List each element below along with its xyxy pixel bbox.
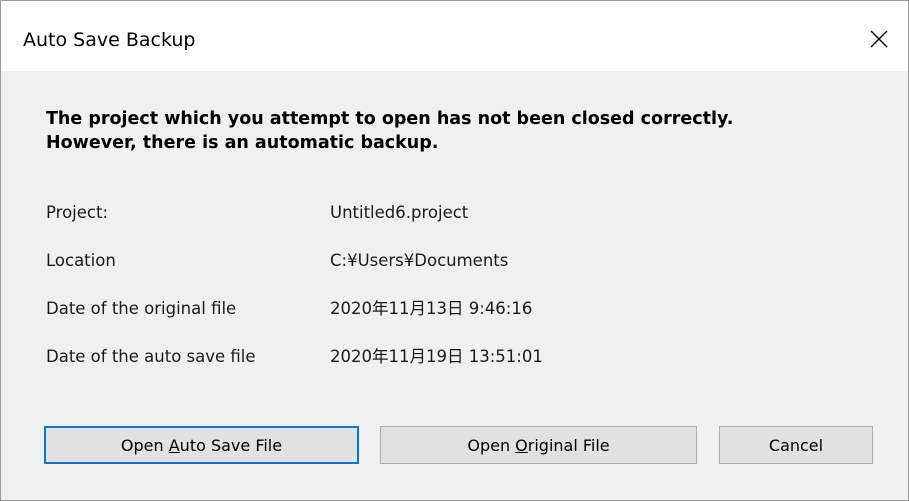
open-auto-save-file-button[interactable]: Open Auto Save File — [44, 426, 359, 464]
title-bar[interactable]: Auto Save Backup — [1, 7, 908, 71]
window-title: Auto Save Backup — [23, 29, 196, 51]
project-label: Project: — [46, 203, 109, 222]
dialog-content: The project which you attempt to open ha… — [1, 71, 908, 500]
open-auto-save-mnemonic: A — [168, 435, 180, 455]
warning-message-line-2: However, there is an automatic backup. — [46, 133, 439, 153]
open-original-label-pre: Open — [467, 435, 516, 455]
open-auto-save-label-pre: Open — [120, 435, 169, 455]
open-original-mnemonic: O — [515, 435, 528, 455]
warning-message: The project which you attempt to open ha… — [46, 107, 866, 155]
open-original-file-button[interactable]: Open Original File — [380, 426, 697, 464]
open-original-label-post: riginal File — [527, 435, 610, 455]
open-auto-save-label-post: uto Save File — [179, 435, 283, 455]
location-value: C:¥Users¥Documents — [330, 251, 509, 270]
warning-message-line-1: The project which you attempt to open ha… — [46, 109, 734, 129]
location-label: Location — [46, 251, 116, 270]
cancel-button[interactable]: Cancel — [719, 426, 873, 464]
dialog-window: Auto Save Backup The project which you a… — [0, 0, 909, 501]
autosave-date-label: Date of the auto save file — [46, 347, 256, 366]
original-date-label: Date of the original file — [46, 299, 237, 318]
original-date-value: 2020年11月13日 9:46:16 — [330, 299, 533, 318]
close-icon — [870, 30, 888, 48]
close-button[interactable] — [850, 7, 908, 71]
autosave-date-value: 2020年11月19日 13:51:01 — [330, 347, 543, 366]
project-value: Untitled6.project — [330, 203, 469, 222]
